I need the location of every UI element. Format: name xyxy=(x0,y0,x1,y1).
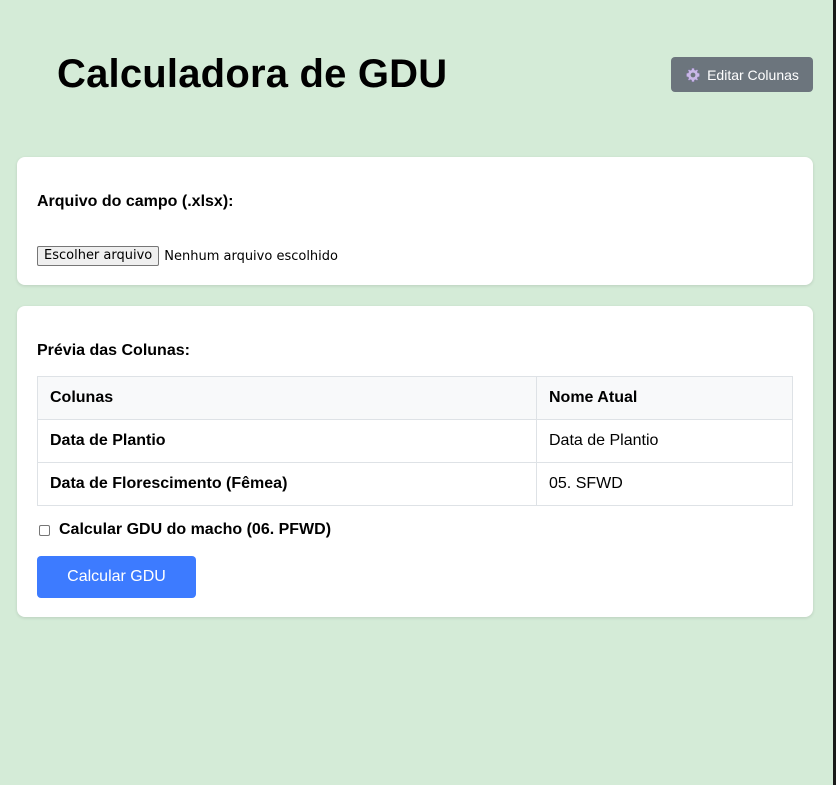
preview-label: Prévia das Colunas: xyxy=(37,342,190,359)
gear-icon xyxy=(685,67,701,83)
column-name-cell: Data de Plantio xyxy=(37,419,537,463)
column-header-columns: Colunas xyxy=(37,376,537,420)
file-input: Escolher arquivo Nenhum arquivo escolhid… xyxy=(37,246,338,266)
page-header: Calculadora de GDU Editar Colunas xyxy=(0,0,833,150)
table-header-row: Colunas Nome Atual xyxy=(37,376,793,420)
file-upload-card: Arquivo do campo (.xlsx): Escolher arqui… xyxy=(17,157,813,285)
male-gdu-option[interactable]: Calcular GDU do macho (06. PFWD) xyxy=(39,521,331,539)
current-name-cell: 05. SFWD xyxy=(536,462,793,506)
current-name-cell: Data de Plantio xyxy=(536,419,793,463)
column-preview-card: Prévia das Colunas: Colunas Nome Atual D… xyxy=(17,306,813,617)
file-status-text: Nenhum arquivo escolhido xyxy=(164,248,338,264)
column-name-cell: Data de Florescimento (Fêmea) xyxy=(37,462,537,506)
choose-file-button[interactable]: Escolher arquivo xyxy=(37,246,160,266)
column-header-current-name: Nome Atual xyxy=(536,376,793,420)
calculate-gdu-button[interactable]: Calcular GDU xyxy=(37,556,196,598)
edit-columns-label: Editar Colunas xyxy=(707,66,799,83)
page-title: Calculadora de GDU xyxy=(57,52,448,96)
table-row: Data de Plantio Data de Plantio xyxy=(37,419,793,463)
table-row: Data de Florescimento (Fêmea) 05. SFWD xyxy=(37,462,793,506)
male-gdu-checkbox[interactable] xyxy=(39,524,50,536)
file-field-label: Arquivo do campo (.xlsx): xyxy=(37,193,234,210)
male-gdu-label: Calcular GDU do macho (06. PFWD) xyxy=(59,521,332,538)
edit-columns-button[interactable]: Editar Colunas xyxy=(671,57,813,92)
columns-table: Colunas Nome Atual Data de Plantio Data … xyxy=(37,376,793,506)
